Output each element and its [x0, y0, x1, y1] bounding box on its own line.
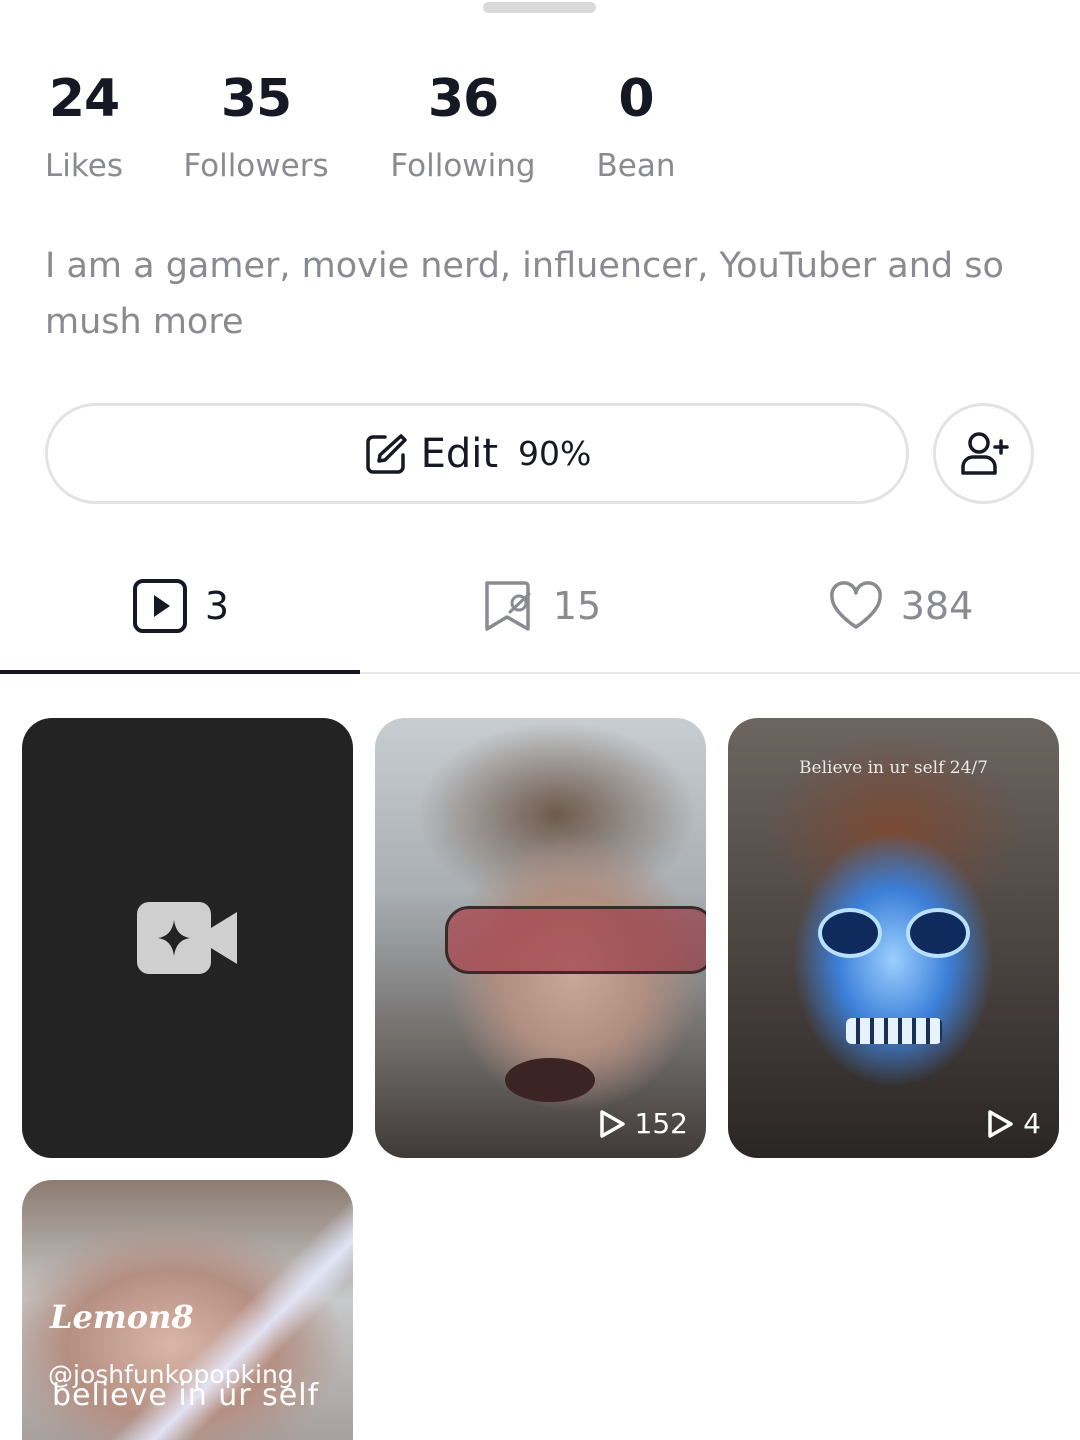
- drag-handle[interactable]: [483, 2, 596, 13]
- video-thumbnail[interactable]: Lemon8 @joshfunkopopking believe in ur s…: [22, 1180, 353, 1440]
- stat-likes[interactable]: 24 Likes: [44, 62, 124, 196]
- stat-followers[interactable]: 35 Followers: [178, 62, 334, 196]
- tab-saved[interactable]: 15: [360, 540, 720, 672]
- bean-label: Bean: [596, 148, 676, 184]
- followers-count: 35: [220, 69, 292, 129]
- profile-completion: 90%: [518, 434, 592, 473]
- edit-icon: [365, 433, 407, 474]
- profile-bio: I am a gamer, movie nerd, influencer, Yo…: [45, 246, 1004, 342]
- following-count: 36: [427, 69, 499, 129]
- likes-count: 24: [48, 69, 120, 129]
- brand-watermark: Lemon8: [50, 1298, 194, 1336]
- following-label: Following: [390, 148, 536, 184]
- add-friend-button[interactable]: [933, 403, 1034, 504]
- thumbnail-image-detail: [818, 908, 882, 958]
- create-video-icon: [136, 902, 237, 974]
- video-caption: believe in ur self: [52, 1378, 320, 1413]
- view-count-value: 4: [1023, 1107, 1041, 1140]
- stat-following[interactable]: 36 Following: [386, 62, 540, 196]
- content-tabs: 3 15 384: [0, 540, 1080, 674]
- thumbnail-image-detail: [906, 908, 970, 958]
- saved-count: 15: [552, 584, 602, 628]
- view-count: 152: [597, 1107, 688, 1140]
- video-caption: Believe in ur self 24/7: [799, 758, 988, 778]
- video-thumbnail[interactable]: 152: [375, 718, 706, 1158]
- edit-label: Edit: [420, 430, 499, 477]
- tab-liked[interactable]: 384: [720, 540, 1080, 672]
- heart-icon: [829, 581, 882, 629]
- followers-label: Followers: [183, 148, 329, 184]
- tab-videos[interactable]: 3: [0, 540, 360, 674]
- create-video-tile[interactable]: [22, 718, 353, 1158]
- bean-count: 0: [618, 69, 654, 129]
- thumbnail-image-detail: [846, 1018, 942, 1044]
- active-tab-indicator: [0, 670, 360, 674]
- thumbnail-image-detail: [445, 906, 706, 974]
- likes-label: Likes: [45, 148, 123, 184]
- video-thumbnail[interactable]: Believe in ur self 24/7 4: [728, 718, 1059, 1158]
- video-icon: [132, 579, 187, 633]
- add-friend-icon: [960, 431, 1009, 475]
- profile-stats: 24 Likes 35 Followers 36 Following 0 Bea…: [0, 62, 1080, 202]
- play-icon: [599, 1109, 625, 1138]
- stat-bean[interactable]: 0 Bean: [594, 62, 678, 196]
- view-count-value: 152: [634, 1107, 688, 1140]
- liked-count: 384: [900, 584, 974, 628]
- play-icon: [988, 1109, 1013, 1138]
- thumbnail-image-detail: [505, 1058, 595, 1102]
- view-count: 4: [985, 1107, 1041, 1140]
- videos-count: 3: [204, 584, 230, 628]
- edit-profile-button[interactable]: Edit 90%: [45, 403, 909, 504]
- saved-icon: [485, 581, 531, 631]
